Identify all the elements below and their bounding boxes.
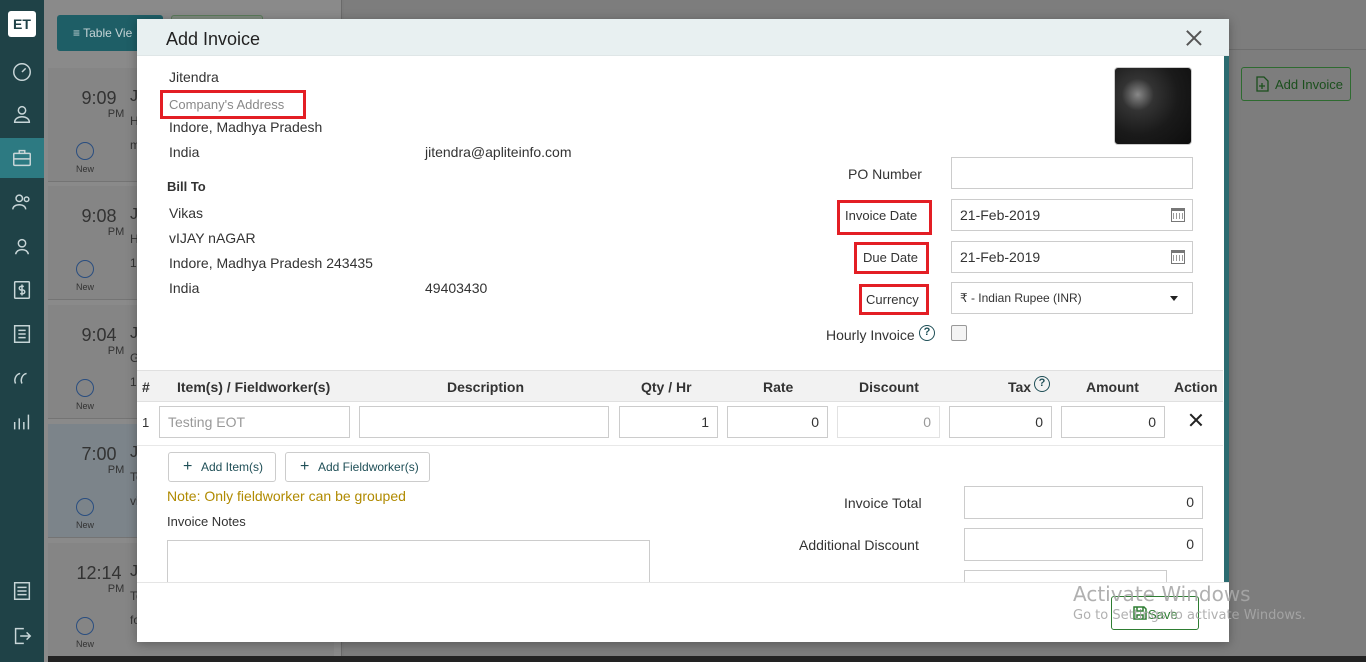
modal-body: Jitendra Company's Address Indore, Madhy… bbox=[137, 56, 1229, 582]
status-circle-icon bbox=[76, 498, 94, 516]
rate-input[interactable]: 0 bbox=[727, 406, 828, 438]
invoice-date-label: Invoice Date bbox=[845, 208, 918, 223]
due-date-label: Due Date bbox=[863, 250, 918, 265]
dollar-icon[interactable] bbox=[0, 270, 44, 310]
invoice-notes-textarea[interactable] bbox=[167, 540, 650, 582]
bill-to-heading: Bill To bbox=[167, 179, 206, 194]
grouping-note: Note: Only fieldworker can be grouped bbox=[167, 488, 406, 504]
partial-field[interactable] bbox=[964, 570, 1167, 582]
bill-to-city: Indore, Madhya Pradesh 243435 bbox=[169, 255, 373, 271]
hourly-invoice-checkbox[interactable] bbox=[951, 325, 967, 341]
add-invoice-button[interactable]: Add Invoice bbox=[1241, 67, 1351, 101]
row-number: 1 bbox=[142, 415, 150, 430]
col-description: Description bbox=[447, 379, 525, 395]
add-file-icon bbox=[1256, 76, 1269, 92]
qty-input[interactable]: 1 bbox=[619, 406, 718, 438]
app-logo: ET bbox=[8, 11, 36, 37]
calendar-icon[interactable] bbox=[1171, 250, 1185, 264]
add-fieldworkers-button[interactable]: + Add Fieldworker(s) bbox=[285, 452, 430, 482]
description-input[interactable] bbox=[359, 406, 609, 438]
chat-icon[interactable] bbox=[0, 358, 44, 398]
discount-input[interactable]: 0 bbox=[837, 406, 940, 438]
settings-icon[interactable] bbox=[0, 571, 44, 611]
bill-to-name: Vikas bbox=[169, 205, 203, 221]
logout-icon[interactable] bbox=[0, 616, 44, 656]
bill-to-country: India bbox=[169, 280, 200, 296]
status-circle-icon bbox=[76, 379, 94, 397]
po-number-label: PO Number bbox=[848, 166, 922, 182]
close-icon[interactable] bbox=[1185, 29, 1203, 47]
calendar-icon[interactable] bbox=[1171, 208, 1185, 222]
invoice-total-input[interactable]: 0 bbox=[964, 486, 1203, 519]
bottom-bar bbox=[48, 656, 1366, 662]
row-divider bbox=[137, 445, 1223, 446]
col-items: Item(s) / Fieldworker(s) bbox=[177, 379, 331, 395]
map-user-icon[interactable] bbox=[0, 226, 44, 266]
col-discount: Discount bbox=[859, 379, 919, 395]
col-number: # bbox=[142, 379, 150, 395]
company-email: jitendra@apliteinfo.com bbox=[425, 144, 572, 160]
tax-help-icon[interactable]: ? bbox=[1034, 376, 1050, 392]
currency-label: Currency bbox=[866, 292, 919, 307]
bill-to-street: vIJAY nAGAR bbox=[169, 230, 256, 246]
scrollbar[interactable] bbox=[1224, 56, 1229, 582]
bill-to-phone: 49403430 bbox=[425, 280, 488, 296]
help-icon[interactable]: ? bbox=[919, 325, 935, 341]
modal-footer: Save bbox=[137, 582, 1229, 642]
tax-input[interactable]: 0 bbox=[949, 406, 1052, 438]
chevron-down-icon bbox=[1170, 296, 1178, 301]
users-icon[interactable] bbox=[0, 182, 44, 222]
user-icon[interactable] bbox=[0, 94, 44, 134]
currency-select[interactable]: ₹ - Indian Rupee (INR) bbox=[951, 282, 1193, 314]
hourly-invoice-label: Hourly Invoice bbox=[826, 327, 915, 343]
company-logo-image[interactable] bbox=[1114, 67, 1192, 145]
company-city-state: Indore, Madhya Pradesh bbox=[169, 119, 323, 135]
additional-discount-input[interactable]: 0 bbox=[964, 528, 1203, 561]
company-address-field[interactable]: Company's Address bbox=[169, 97, 284, 112]
col-rate: Rate bbox=[763, 379, 794, 395]
status-circle-icon bbox=[76, 142, 94, 160]
po-number-input[interactable] bbox=[951, 157, 1193, 189]
list-icon[interactable] bbox=[0, 314, 44, 354]
modal-title: Add Invoice bbox=[166, 29, 261, 49]
col-amount: Amount bbox=[1086, 379, 1139, 395]
modal-header: Add Invoice bbox=[137, 19, 1229, 56]
col-tax: Tax bbox=[1008, 379, 1032, 395]
windows-watermark-sub: Go to Settings to activate Windows. bbox=[1073, 608, 1306, 623]
company-name: Jitendra bbox=[169, 69, 219, 85]
item-input[interactable]: Testing EOT bbox=[159, 406, 350, 438]
status-circle-icon bbox=[76, 260, 94, 278]
plus-icon: + bbox=[300, 458, 310, 475]
windows-watermark: Activate Windows bbox=[1073, 582, 1251, 606]
invoice-date-input[interactable]: 21-Feb-2019 bbox=[951, 199, 1193, 231]
add-invoice-modal: Add Invoice Jitendra Company's Address I… bbox=[137, 19, 1229, 642]
delete-row-icon[interactable] bbox=[1189, 413, 1203, 427]
chart-icon[interactable] bbox=[0, 402, 44, 442]
additional-discount-label: Additional Discount bbox=[799, 537, 919, 553]
plus-icon: + bbox=[183, 458, 193, 475]
invoice-notes-label: Invoice Notes bbox=[167, 514, 246, 529]
briefcase-icon[interactable] bbox=[0, 138, 44, 178]
due-date-input[interactable]: 21-Feb-2019 bbox=[951, 241, 1193, 273]
amount-input[interactable]: 0 bbox=[1061, 406, 1165, 438]
invoice-total-label: Invoice Total bbox=[844, 495, 922, 511]
left-nav: ET bbox=[0, 0, 44, 662]
col-qty: Qty / Hr bbox=[641, 379, 692, 395]
dashboard-icon[interactable] bbox=[0, 52, 44, 92]
add-items-button[interactable]: + Add Item(s) bbox=[168, 452, 276, 482]
items-table-header: # Item(s) / Fieldworker(s) Description Q… bbox=[137, 370, 1223, 402]
col-action: Action bbox=[1174, 379, 1218, 395]
company-country: India bbox=[169, 144, 200, 160]
status-circle-icon bbox=[76, 617, 94, 635]
